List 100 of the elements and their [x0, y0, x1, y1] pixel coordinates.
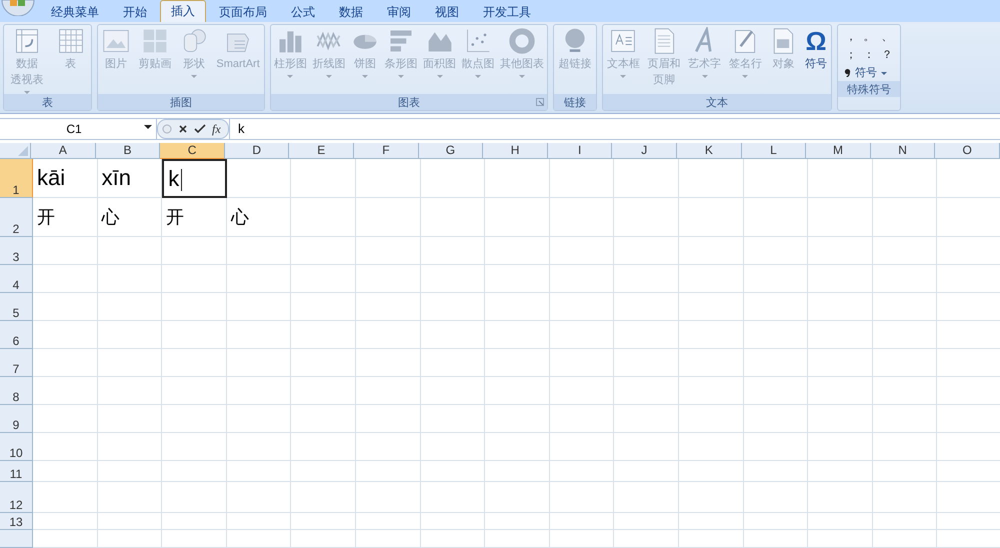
table-cell[interactable]: [291, 293, 356, 321]
table-cell[interactable]: [420, 482, 486, 513]
table-cell[interactable]: [678, 482, 744, 513]
table-cell[interactable]: [291, 321, 356, 349]
table-cell[interactable]: [614, 349, 679, 377]
table-cell[interactable]: [872, 482, 938, 513]
ribbon-tab[interactable]: 开发工具: [472, 2, 542, 22]
table-cell[interactable]: [744, 405, 808, 433]
table-cell[interactable]: [162, 321, 227, 349]
table-cell[interactable]: [356, 405, 421, 433]
table-cell[interactable]: [872, 377, 938, 405]
table-cell[interactable]: 开: [33, 198, 98, 237]
column-header[interactable]: M: [806, 143, 871, 159]
symbol-button[interactable]: ；: [842, 45, 860, 63]
table-cell[interactable]: [291, 377, 356, 405]
table-cell[interactable]: [291, 265, 356, 293]
table-cell[interactable]: [744, 377, 808, 405]
table-cell[interactable]: [226, 293, 292, 321]
table-cell[interactable]: [356, 321, 421, 349]
table-cell[interactable]: [614, 198, 679, 237]
row-header[interactable]: 9: [0, 405, 33, 433]
table-cell[interactable]: [226, 482, 292, 513]
table-cell[interactable]: [226, 265, 292, 293]
ribbon-tab[interactable]: 页面布局: [208, 2, 278, 22]
table-cell[interactable]: [226, 321, 292, 349]
row-header[interactable]: 3: [0, 237, 33, 265]
table-cell[interactable]: [291, 513, 356, 530]
table-cell[interactable]: [872, 433, 938, 461]
table-cell[interactable]: [356, 293, 421, 321]
table-cell[interactable]: [485, 237, 550, 265]
office-button-icon[interactable]: [0, 0, 36, 16]
table-cell[interactable]: [33, 433, 98, 461]
table-cell[interactable]: [808, 482, 873, 513]
table-cell[interactable]: [98, 405, 162, 433]
table-cell[interactable]: [356, 159, 421, 198]
table-cell[interactable]: [420, 530, 486, 548]
table-cell[interactable]: [614, 482, 679, 513]
table-cell[interactable]: [808, 293, 873, 321]
table-cell[interactable]: [550, 237, 614, 265]
ribbon-tab[interactable]: 经典菜单: [40, 2, 110, 22]
table-cell[interactable]: [420, 377, 486, 405]
symbol-button[interactable]: 。: [860, 27, 878, 45]
table-cell[interactable]: [356, 349, 421, 377]
table-cell[interactable]: [98, 377, 162, 405]
column-header[interactable]: L: [742, 143, 806, 159]
table-cell[interactable]: [485, 482, 550, 513]
table-cell[interactable]: [872, 321, 938, 349]
table-cell[interactable]: [356, 433, 421, 461]
table-cell[interactable]: [808, 265, 873, 293]
table-cell[interactable]: [872, 293, 938, 321]
table-cell[interactable]: [872, 349, 938, 377]
symbol-button[interactable]: ：: [860, 45, 878, 63]
table-cell[interactable]: [162, 405, 227, 433]
select-all-corner[interactable]: [0, 143, 32, 159]
table-cell[interactable]: [678, 237, 744, 265]
table-cell[interactable]: [808, 461, 873, 482]
table-cell[interactable]: [226, 513, 292, 530]
table-cell[interactable]: [98, 513, 162, 530]
table-cell[interactable]: [678, 349, 744, 377]
insert-function-button[interactable]: fx: [212, 122, 221, 136]
table-cell[interactable]: [808, 405, 873, 433]
symbol-button[interactable]: ？: [878, 45, 896, 63]
table-cell[interactable]: [291, 198, 356, 237]
table-cell[interactable]: [98, 433, 162, 461]
table-cell[interactable]: [33, 513, 98, 530]
table-cell[interactable]: [550, 265, 614, 293]
table-cell[interactable]: [614, 377, 679, 405]
table-cell[interactable]: [614, 461, 679, 482]
table-cell[interactable]: [485, 405, 550, 433]
table-cell[interactable]: [808, 513, 873, 530]
table-cell[interactable]: [98, 482, 162, 513]
table-cell[interactable]: [872, 513, 938, 530]
table-cell[interactable]: [420, 265, 486, 293]
table-cell[interactable]: [98, 461, 162, 482]
table-cell[interactable]: kāi: [33, 159, 98, 198]
table-cell[interactable]: [420, 293, 486, 321]
table-cell[interactable]: [614, 321, 679, 349]
table-cell[interactable]: [162, 530, 227, 548]
table-cell[interactable]: [162, 293, 227, 321]
table-cell[interactable]: [33, 405, 98, 433]
table-cell[interactable]: [744, 159, 808, 198]
table-cell[interactable]: [614, 405, 679, 433]
table-cell[interactable]: [162, 349, 227, 377]
table-cell[interactable]: [550, 159, 614, 198]
table-cell[interactable]: [33, 461, 98, 482]
symbol-button[interactable]: ，: [842, 27, 860, 45]
table-cell[interactable]: k: [162, 159, 227, 198]
table-cell[interactable]: [33, 482, 98, 513]
table-cell[interactable]: [226, 349, 292, 377]
table-cell[interactable]: [420, 461, 486, 482]
table-cell[interactable]: [678, 433, 744, 461]
table-cell[interactable]: [678, 461, 744, 482]
table-cell[interactable]: [550, 321, 614, 349]
ribbon-tab[interactable]: 公式: [280, 2, 326, 22]
table-cell[interactable]: [614, 293, 679, 321]
table-cell[interactable]: [291, 405, 356, 433]
table-cell[interactable]: [291, 159, 356, 198]
table-cell[interactable]: [98, 530, 162, 548]
table-cell[interactable]: [291, 433, 356, 461]
table-cell[interactable]: [356, 482, 421, 513]
